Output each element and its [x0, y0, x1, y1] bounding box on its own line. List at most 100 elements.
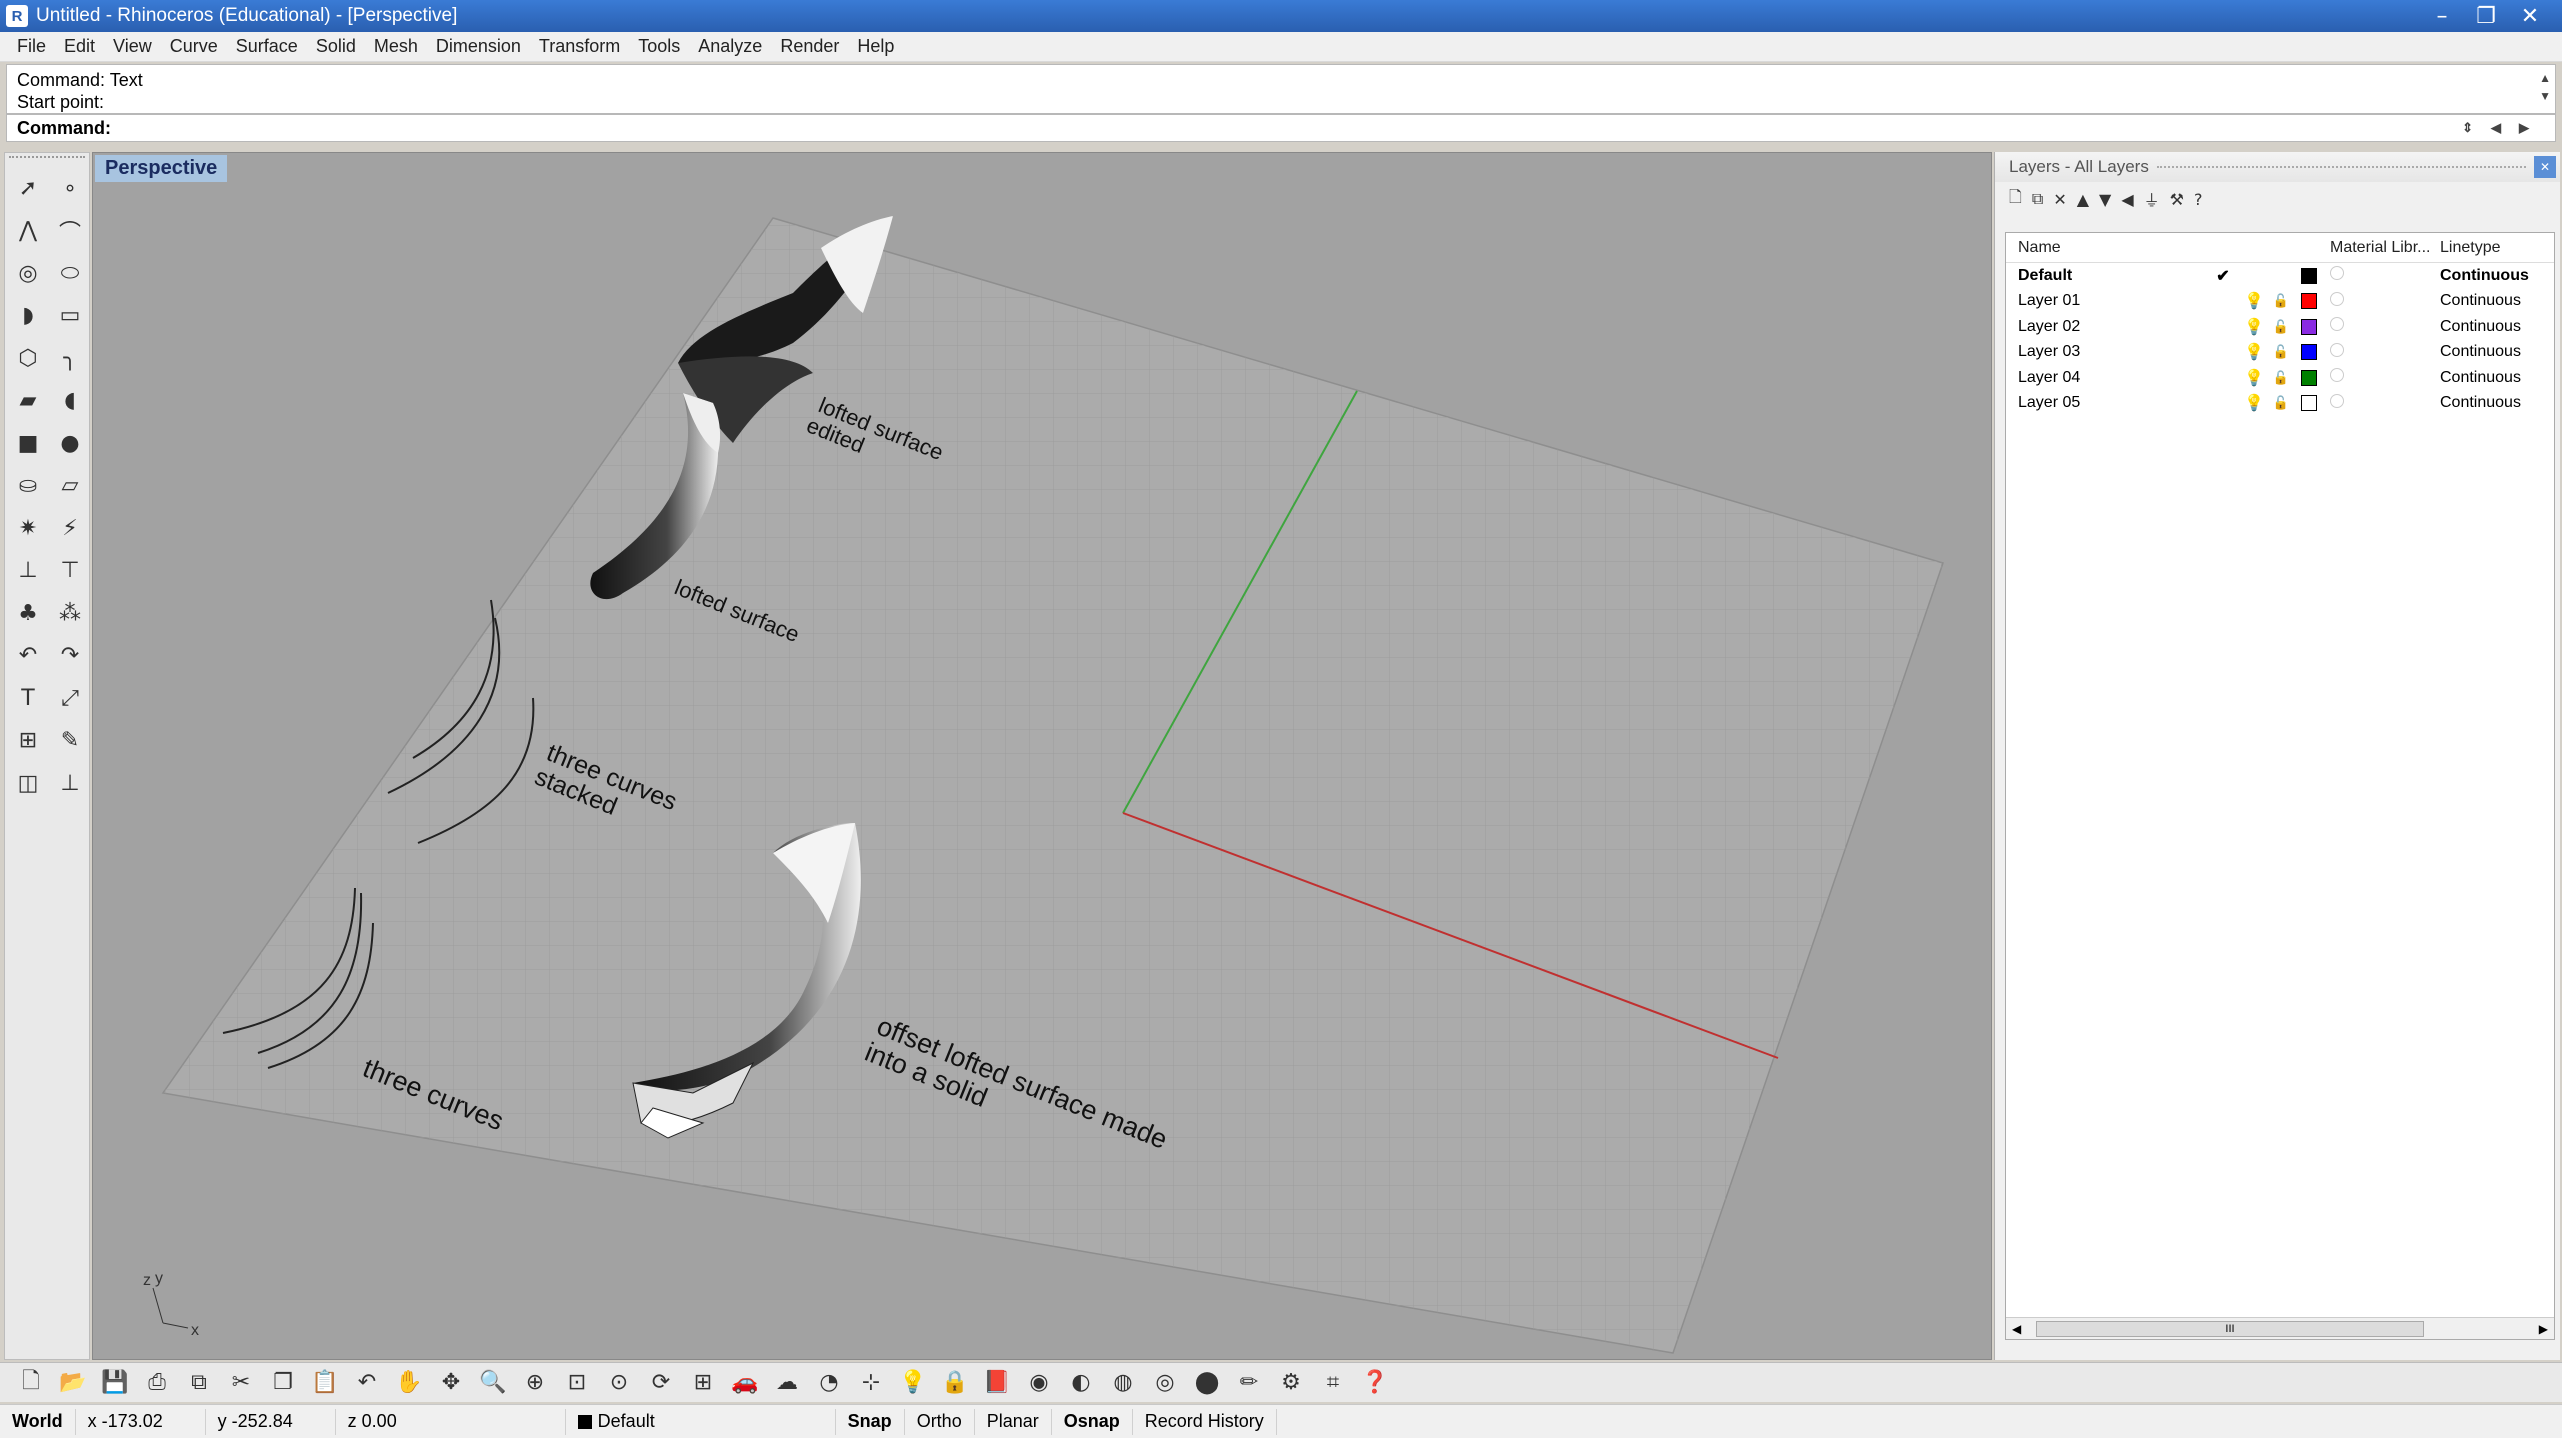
current-check-icon[interactable]: ✔ — [2206, 266, 2240, 286]
menu-help[interactable]: Help — [848, 36, 903, 57]
panel-close-icon[interactable]: ✕ — [2534, 156, 2556, 178]
material-dot[interactable] — [2324, 317, 2436, 336]
color-wheel-icon[interactable]: ◉ — [1022, 1366, 1056, 1400]
menu-mesh[interactable]: Mesh — [365, 36, 427, 57]
snap-toggle[interactable]: Snap — [836, 1408, 905, 1435]
mesh-icon[interactable]: ✷ — [7, 507, 49, 550]
material-dot[interactable] — [2324, 368, 2436, 387]
sweep-icon[interactable]: ◖ — [49, 380, 91, 423]
undo-icon[interactable]: ↶ — [350, 1366, 384, 1400]
polygon-icon[interactable]: ⬡ — [7, 337, 49, 380]
layer-linetype[interactable]: Continuous — [2436, 343, 2546, 361]
layer-icon[interactable]: 📕 — [980, 1366, 1014, 1400]
layer-name[interactable]: Layer 02 — [2006, 318, 2206, 336]
scroll-left-icon[interactable]: ◀ — [2012, 1322, 2021, 1336]
layer-row[interactable]: Default ✔ Continuous — [2006, 263, 2554, 289]
layer-name[interactable]: Layer 03 — [2006, 343, 2206, 361]
current-layer[interactable]: Default — [566, 1408, 836, 1435]
move-up-icon[interactable]: ▲ — [2077, 190, 2089, 209]
layer-row[interactable]: Layer 04 💡 🔓 Continuous — [2006, 365, 2554, 391]
light-bulb-icon[interactable]: 💡 — [2240, 342, 2268, 362]
select-arrow-icon[interactable]: ➚ — [7, 167, 49, 210]
layer-row[interactable]: Layer 05 💡 🔓 Continuous — [2006, 391, 2554, 417]
osnap-toggle[interactable]: Osnap — [1052, 1408, 1133, 1435]
layer-name[interactable]: Layer 05 — [2006, 394, 2206, 412]
menu-tools[interactable]: Tools — [629, 36, 689, 57]
command-history[interactable]: Command: Text Start point: ▲ ▼ — [6, 64, 2556, 114]
rhino-app-icon[interactable]: R — [6, 5, 28, 27]
car-icon[interactable]: 🚗 — [728, 1366, 762, 1400]
dimension-icon[interactable]: ⊥ — [49, 762, 91, 805]
circle-icon[interactable]: ◎ — [7, 252, 49, 295]
layer-color[interactable] — [2294, 344, 2324, 361]
layer-color[interactable] — [2294, 395, 2324, 412]
left-arrow-icon[interactable]: ◀ — [2491, 120, 2501, 136]
render-sphere-icon[interactable]: ⬤ — [1190, 1366, 1224, 1400]
layer-row[interactable]: Layer 01 💡 🔓 Continuous — [2006, 289, 2554, 315]
rotate-view-icon[interactable]: ⟳ — [644, 1366, 678, 1400]
unlock-icon[interactable]: 🔓 — [2268, 293, 2294, 309]
material-dot[interactable] — [2324, 393, 2436, 413]
options-icon[interactable]: ⚙ — [1274, 1366, 1308, 1400]
unlock-icon[interactable]: 🔓 — [2268, 344, 2294, 360]
layer-name[interactable]: Layer 04 — [2006, 369, 2206, 387]
point-icon[interactable]: ∘ — [49, 167, 91, 210]
delete-layer-icon[interactable]: ✕ — [2053, 190, 2066, 209]
layer-color[interactable] — [2294, 267, 2324, 284]
menu-view[interactable]: View — [104, 36, 161, 57]
column-name[interactable]: Name — [2006, 239, 2206, 257]
tools-icon[interactable]: ⚒ — [2170, 190, 2184, 209]
right-arrow-icon[interactable]: ▶ — [2519, 120, 2529, 136]
group-icon[interactable]: ♣ — [7, 592, 49, 635]
menu-edit[interactable]: Edit — [55, 36, 104, 57]
ortho-toggle[interactable]: Ortho — [905, 1408, 975, 1435]
move-parent-icon[interactable]: ◀ — [2121, 190, 2133, 209]
new-file-icon[interactable]: 🗋 — [14, 1366, 48, 1400]
column-linetype[interactable]: Linetype — [2436, 239, 2546, 257]
copy-icon[interactable]: ❐ — [266, 1366, 300, 1400]
menu-dimension[interactable]: Dimension — [427, 36, 530, 57]
command-input[interactable] — [117, 117, 2463, 139]
material-dot[interactable] — [2324, 342, 2436, 362]
column-material[interactable]: Material Libr... — [2324, 239, 2436, 257]
surface-icon[interactable]: ▰ — [7, 380, 49, 423]
pan-hand-icon[interactable]: ✋ — [392, 1366, 426, 1400]
cplane-icon[interactable]: ⌗ — [1316, 1366, 1350, 1400]
toolbar-grip[interactable] — [9, 156, 85, 164]
pencil-icon[interactable]: ✏ — [1232, 1366, 1266, 1400]
render-preview-icon[interactable]: ☁ — [770, 1366, 804, 1400]
trim-icon[interactable]: ⊤ — [49, 550, 91, 593]
wireframe-icon[interactable]: ◍ — [1106, 1366, 1140, 1400]
zoom-icon[interactable]: 🔍 — [476, 1366, 510, 1400]
plane-icon[interactable]: ▱ — [49, 465, 91, 508]
help-icon[interactable]: ❓ — [1358, 1366, 1392, 1400]
four-viewports-icon[interactable]: ⊞ — [686, 1366, 720, 1400]
maximize-button[interactable]: ❐ — [2464, 4, 2508, 29]
viewport-title[interactable]: Perspective — [95, 155, 228, 182]
lock-icon[interactable]: 🔒 — [938, 1366, 972, 1400]
zoom-extents-icon[interactable]: ⊡ — [560, 1366, 594, 1400]
boolean-icon[interactable]: ● — [49, 422, 91, 465]
fillet-curve-icon[interactable]: ╮ — [49, 337, 91, 380]
layers-hscroll[interactable]: ◀ III ▶ — [2006, 1317, 2554, 1339]
move-down-icon[interactable]: ▼ — [2099, 190, 2111, 209]
layer-name[interactable]: Default — [2006, 267, 2206, 285]
grid-snap-icon[interactable]: ⊹ — [854, 1366, 888, 1400]
open-file-icon[interactable]: 📂 — [56, 1366, 90, 1400]
unlock-icon[interactable]: 🔓 — [2268, 319, 2294, 335]
light-bulb-icon[interactable]: 💡 — [2240, 291, 2268, 311]
layer-linetype[interactable]: Continuous — [2436, 394, 2546, 412]
ellipse-icon[interactable]: ⬭ — [49, 252, 91, 295]
perspective-viewport[interactable]: Perspective lofted surface edited lofted… — [92, 152, 1992, 1360]
close-button[interactable]: ✕ — [2508, 4, 2552, 29]
layer-linetype[interactable]: Continuous — [2436, 318, 2546, 336]
box-icon[interactable]: ■ — [7, 422, 49, 465]
layer-color[interactable] — [2294, 369, 2324, 386]
new-sublayer-icon[interactable]: ⧉ — [2032, 189, 2043, 209]
planar-toggle[interactable]: Planar — [975, 1408, 1052, 1435]
spinner-icon[interactable]: ⇕ — [2462, 120, 2473, 136]
scroll-thumb[interactable]: III — [2036, 1321, 2424, 1337]
solid-tools-icon[interactable]: ◫ — [7, 762, 49, 805]
unlock-icon[interactable]: 🔓 — [2268, 395, 2294, 411]
panel-grip[interactable] — [2156, 166, 2526, 168]
